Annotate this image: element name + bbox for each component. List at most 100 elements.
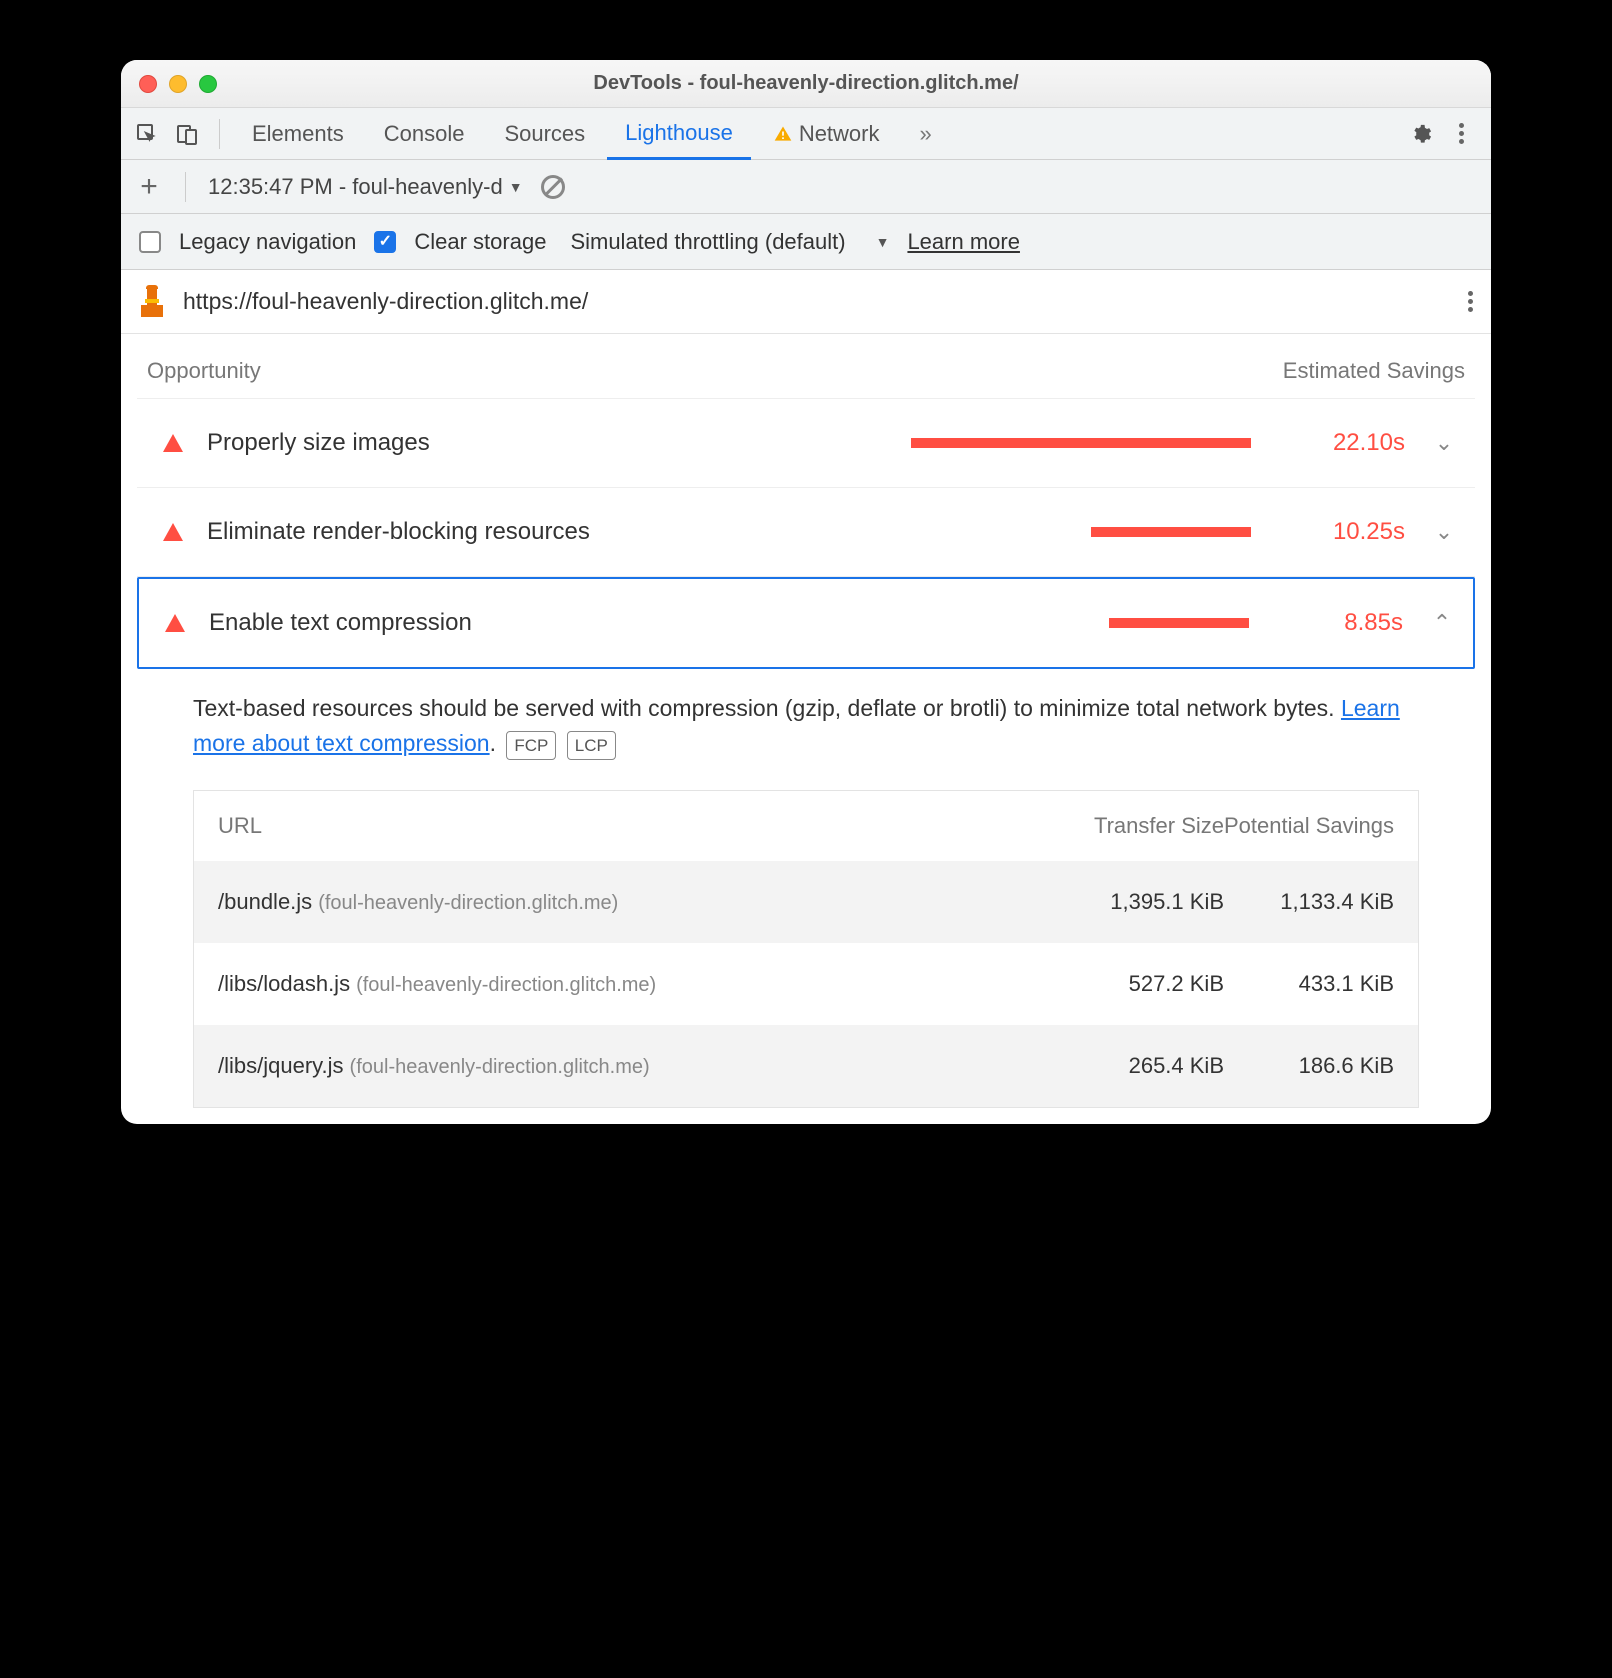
chevron-up-icon[interactable]: ⌃ — [1427, 610, 1457, 636]
new-report-button[interactable]: + — [135, 170, 163, 204]
savings-bar — [1091, 527, 1251, 537]
tab-console-label: Console — [384, 121, 465, 147]
opportunity-detail: Text-based resources should be served wi… — [137, 669, 1475, 760]
traffic-lights — [139, 75, 217, 93]
clear-storage-checkbox[interactable] — [374, 231, 396, 253]
legacy-navigation-label: Legacy navigation — [179, 229, 356, 255]
learn-more-link[interactable]: Learn more — [907, 229, 1020, 255]
opportunities-header-row: Opportunity Estimated Savings — [137, 334, 1475, 399]
chevron-down-icon[interactable]: ⌄ — [1429, 430, 1459, 456]
lighthouse-logo-icon — [139, 287, 165, 317]
tab-network-label: Network — [799, 121, 880, 147]
savings-header: Estimated Savings — [1283, 358, 1465, 384]
minimize-window-button[interactable] — [169, 75, 187, 93]
savings-value: 10.25s — [1295, 518, 1405, 546]
titlebar: DevTools - foul-heavenly-direction.glitc… — [121, 60, 1491, 108]
device-toolbar-icon[interactable] — [169, 116, 205, 152]
tab-sources[interactable]: Sources — [486, 108, 603, 160]
savings-value: 22.10s — [1295, 429, 1405, 457]
devtools-window: DevTools - foul-heavenly-direction.glitc… — [121, 60, 1491, 1124]
separator — [185, 172, 186, 202]
report-selector[interactable]: 12:35:47 PM - foul-heavenly-d ▼ — [208, 174, 523, 200]
tab-elements[interactable]: Elements — [234, 108, 362, 160]
tab-elements-label: Elements — [252, 121, 344, 147]
fcp-badge: FCP — [506, 731, 556, 761]
report-url-row: https://foul-heavenly-direction.glitch.m… — [121, 270, 1491, 334]
cell-potential-savings: 433.1 KiB — [1224, 971, 1394, 997]
tab-lighthouse[interactable]: Lighthouse — [607, 108, 751, 160]
legacy-navigation-checkbox[interactable] — [139, 231, 161, 253]
table-header-row: URL Transfer Size Potential Savings — [194, 791, 1418, 861]
cell-potential-savings: 186.6 KiB — [1224, 1053, 1394, 1079]
resource-path: /bundle.js — [218, 889, 312, 915]
opportunity-label: Eliminate render-blocking resources — [207, 518, 590, 546]
lighthouse-toolbar: + 12:35:47 PM - foul-heavenly-d ▼ — [121, 160, 1491, 214]
zoom-window-button[interactable] — [199, 75, 217, 93]
chevron-double-right-icon: » — [920, 121, 932, 147]
report-url: https://foul-heavenly-direction.glitch.m… — [183, 288, 588, 315]
opportunity-label: Enable text compression — [209, 609, 472, 637]
opportunity-header: Opportunity — [147, 358, 261, 384]
savings-bar — [1109, 618, 1249, 628]
separator — [219, 119, 220, 149]
cell-potential-savings: 1,133.4 KiB — [1224, 889, 1394, 915]
detail-text: Text-based resources should be served wi… — [193, 695, 1341, 721]
opportunity-label: Properly size images — [207, 429, 430, 457]
opportunities-panel: Opportunity Estimated Savings Properly s… — [121, 334, 1491, 1124]
col-potential-savings-header: Potential Savings — [1224, 813, 1394, 839]
gear-icon — [1410, 123, 1432, 145]
more-tabs-button[interactable]: » — [902, 108, 950, 160]
chevron-down-icon[interactable]: ⌄ — [1429, 519, 1459, 545]
opportunity-row[interactable]: Properly size images 22.10s ⌄ — [137, 399, 1475, 488]
cell-transfer-size: 1,395.1 KiB — [1054, 889, 1224, 915]
clear-storage-label: Clear storage — [414, 229, 546, 255]
table-row: /bundle.js (foul-heavenly-direction.glitc… — [194, 861, 1418, 943]
throttling-caret-icon[interactable]: ▼ — [876, 234, 890, 250]
cell-url: /bundle.js (foul-heavenly-direction.glitc… — [218, 889, 1054, 915]
savings-bar-area — [496, 618, 1269, 628]
warning-icon — [773, 124, 793, 144]
resource-host: (foul-heavenly-direction.glitch.me) — [356, 974, 656, 997]
tab-sources-label: Sources — [504, 121, 585, 147]
devtools-menu-button[interactable] — [1443, 116, 1479, 152]
throttling-label: Simulated throttling (default) — [570, 229, 845, 255]
savings-bar-area — [614, 527, 1271, 537]
col-url-header: URL — [218, 813, 1054, 839]
cell-url: /libs/jquery.js (foul-heavenly-direction.… — [218, 1053, 1054, 1079]
window-title: DevTools - foul-heavenly-direction.glitc… — [593, 72, 1018, 95]
report-menu-button[interactable] — [1468, 291, 1473, 312]
fail-triangle-icon — [163, 523, 183, 541]
detail-period: . — [490, 730, 496, 756]
caret-down-icon: ▼ — [509, 179, 523, 195]
tab-console[interactable]: Console — [366, 108, 483, 160]
lcp-badge: LCP — [567, 731, 616, 761]
resource-path: /libs/lodash.js — [218, 971, 350, 997]
report-selector-label: 12:35:47 PM - foul-heavenly-d — [208, 174, 503, 200]
tab-network[interactable]: Network — [755, 108, 898, 160]
savings-bar — [911, 438, 1251, 448]
opportunity-row[interactable]: Eliminate render-blocking resources 10.25… — [137, 488, 1475, 577]
lighthouse-options-bar: Legacy navigation Clear storage Simulate… — [121, 214, 1491, 270]
settings-button[interactable] — [1403, 116, 1439, 152]
opportunity-row[interactable]: Enable text compression 8.85s ⌃ — [137, 577, 1475, 669]
cell-url: /libs/lodash.js (foul-heavenly-direction.… — [218, 971, 1054, 997]
tab-lighthouse-label: Lighthouse — [625, 120, 733, 146]
devtools-tabbar: Elements Console Sources Lighthouse Netw… — [121, 108, 1491, 160]
resource-host: (foul-heavenly-direction.glitch.me) — [318, 892, 618, 915]
savings-bar-area — [454, 438, 1271, 448]
table-row: /libs/lodash.js (foul-heavenly-direction.… — [194, 943, 1418, 1025]
cell-transfer-size: 527.2 KiB — [1054, 971, 1224, 997]
clear-all-button[interactable] — [541, 175, 565, 199]
close-window-button[interactable] — [139, 75, 157, 93]
fail-triangle-icon — [165, 614, 185, 632]
savings-value: 8.85s — [1293, 609, 1403, 637]
fail-triangle-icon — [163, 434, 183, 452]
kebab-menu-icon — [1459, 123, 1464, 144]
col-transfer-size-header: Transfer Size — [1054, 813, 1224, 839]
table-row: /libs/jquery.js (foul-heavenly-direction.… — [194, 1025, 1418, 1107]
inspect-element-icon[interactable] — [129, 116, 165, 152]
resource-table: URL Transfer Size Potential Savings /bun… — [193, 790, 1419, 1108]
resource-path: /libs/jquery.js — [218, 1053, 344, 1079]
resource-host: (foul-heavenly-direction.glitch.me) — [350, 1056, 650, 1079]
cell-transfer-size: 265.4 KiB — [1054, 1053, 1224, 1079]
